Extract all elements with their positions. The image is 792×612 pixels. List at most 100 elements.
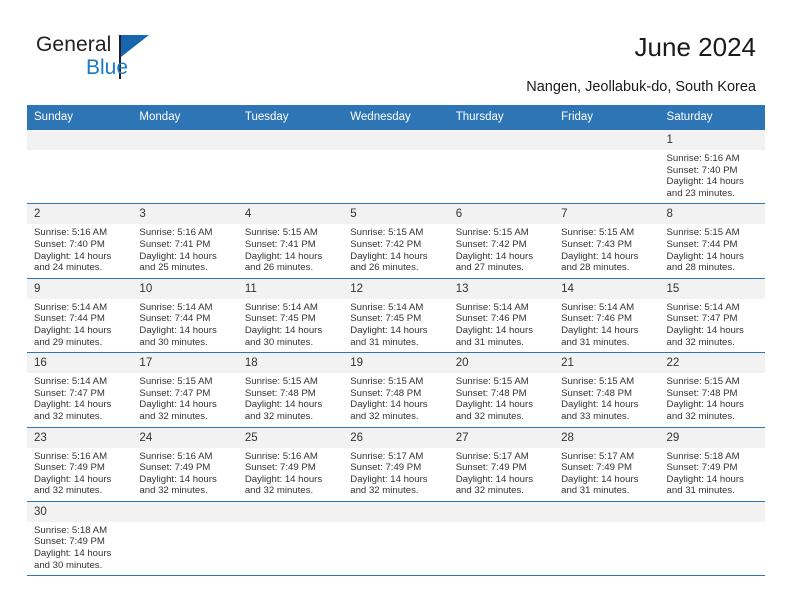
day-number: 23	[27, 427, 133, 448]
day-daylight-text: and 32 minutes.	[350, 410, 419, 422]
day-sunset-text: Sunset: 7:42 PM	[350, 238, 422, 250]
calendar-day-cell[interactable]: 3 Sunrise: 5:16 AM Sunset: 7:41 PM Daylight…	[132, 203, 238, 279]
day-number: 19	[343, 353, 449, 374]
day-number	[343, 130, 449, 150]
day-daylight-text: Daylight: 14 hours	[244, 399, 323, 411]
calendar-day-cell[interactable]: 25 Sunrise: 5:16 AM Sunset: 7:49 PM Dayligh…	[237, 426, 344, 502]
day-sunset-text: Sunset: 7:49 PM	[350, 462, 422, 474]
calendar-week-row: 23 Sunrise: 5:16 AM Sunset: 7:49 PM Dayligh…	[27, 426, 765, 502]
day-sun-info: Sunrise: 5:15 AM Sunset: 7:47 PM Daylight:…	[132, 373, 237, 426]
day-number: 7	[554, 204, 660, 225]
day-number	[659, 501, 765, 522]
day-number	[448, 501, 555, 522]
day-sunrise-text: Sunrise: 5:15 AM	[561, 376, 635, 388]
day-daylight-text: and 32 minutes.	[455, 410, 524, 422]
day-daylight-text: and 24 minutes.	[34, 262, 103, 274]
general-blue-logo[interactable]: General Blue	[36, 33, 236, 89]
calendar-day-cell[interactable]: 6 Sunrise: 5:15 AM Sunset: 7:42 PM Daylight…	[448, 203, 555, 279]
day-sunset-text: Sunset: 7:44 PM	[666, 238, 738, 250]
day-sunset-text: Sunset: 7:49 PM	[666, 462, 738, 474]
day-daylight-text: and 32 minutes.	[666, 336, 735, 348]
day-sunrise-text: Sunrise: 5:16 AM	[666, 153, 740, 164]
day-daylight-text: Daylight: 14 hours	[34, 324, 112, 336]
day-number: 26	[343, 427, 449, 448]
day-number: 10	[132, 278, 238, 299]
calendar-day-cell[interactable]: 20 Sunrise: 5:15 AM Sunset: 7:48 PM Dayligh…	[448, 352, 555, 427]
day-sunset-text: Sunset: 7:49 PM	[455, 462, 527, 474]
calendar-day-cell[interactable]: 13 Sunrise: 5:14 AM Sunset: 7:46 PM Dayligh…	[448, 277, 555, 353]
day-sunset-text: Sunset: 7:42 PM	[455, 238, 527, 250]
calendar-grid: Sunday Monday Tuesday Wednesday Thursday…	[27, 105, 765, 577]
day-number	[132, 501, 238, 522]
calendar-cell-empty	[343, 500, 449, 577]
day-number: 20	[448, 353, 555, 374]
calendar-day-cell[interactable]: 26 Sunrise: 5:17 AM Sunset: 7:49 PM Dayligh…	[343, 426, 449, 502]
day-daylight-text: and 31 minutes.	[455, 336, 524, 348]
day-sun-info: Sunrise: 5:15 AM Sunset: 7:43 PM Daylight:…	[554, 224, 659, 277]
day-sun-info: Sunrise: 5:14 AM Sunset: 7:45 PM Daylight:…	[343, 299, 448, 352]
calendar-day-cell[interactable]: 10 Sunrise: 5:14 AM Sunset: 7:44 PM Dayligh…	[132, 277, 238, 353]
calendar-day-cell[interactable]: 23 Sunrise: 5:16 AM Sunset: 7:49 PM Dayligh…	[27, 426, 133, 502]
day-sunset-text: Sunset: 7:40 PM	[666, 164, 738, 176]
calendar-day-cell[interactable]: 14 Sunrise: 5:14 AM Sunset: 7:46 PM Dayligh…	[554, 277, 660, 353]
calendar-day-cell[interactable]: 2 Sunrise: 5:16 AM Sunset: 7:40 PM Daylight…	[27, 203, 133, 279]
calendar-day-cell[interactable]: 17 Sunrise: 5:15 AM Sunset: 7:47 PM Dayligh…	[132, 352, 238, 427]
calendar-day-cell[interactable]: 18 Sunrise: 5:15 AM Sunset: 7:48 PM Dayligh…	[237, 352, 344, 427]
calendar-day-cell[interactable]: 16 Sunrise: 5:14 AM Sunset: 7:47 PM Dayligh…	[27, 352, 133, 427]
day-number: 16	[27, 353, 133, 374]
calendar-day-cell[interactable]: 5 Sunrise: 5:15 AM Sunset: 7:42 PM Daylight…	[343, 203, 449, 279]
day-sunrise-text: Sunrise: 5:14 AM	[455, 301, 529, 313]
day-sunset-text: Sunset: 7:45 PM	[244, 313, 316, 325]
calendar-day-cell[interactable]: 19 Sunrise: 5:15 AM Sunset: 7:48 PM Dayligh…	[343, 352, 449, 427]
weekday-header-friday: Friday	[554, 105, 660, 130]
day-number: 4	[237, 204, 344, 225]
day-sunrise-text: Sunrise: 5:15 AM	[350, 227, 424, 239]
day-sunset-text: Sunset: 7:49 PM	[244, 462, 316, 474]
calendar-day-cell[interactable]: 9 Sunrise: 5:14 AM Sunset: 7:44 PM Daylight…	[27, 277, 133, 353]
day-sunset-text: Sunset: 7:49 PM	[34, 462, 105, 474]
day-daylight-text: and 31 minutes.	[666, 485, 735, 497]
day-number: 11	[237, 278, 344, 299]
day-daylight-text: Daylight: 14 hours	[139, 250, 217, 262]
day-daylight-text: Daylight: 14 hours	[350, 473, 428, 485]
day-daylight-text: Daylight: 14 hours	[561, 473, 639, 485]
day-sun-info: Sunrise: 5:15 AM Sunset: 7:42 PM Daylight:…	[343, 224, 448, 277]
calendar-day-cell[interactable]: 29 Sunrise: 5:18 AM Sunset: 7:49 PM Dayligh…	[659, 426, 765, 502]
day-number: 3	[132, 204, 238, 225]
day-daylight-text: Daylight: 14 hours	[455, 324, 534, 336]
day-sunset-text: Sunset: 7:47 PM	[34, 387, 105, 399]
calendar-day-cell[interactable]: 24 Sunrise: 5:16 AM Sunset: 7:49 PM Dayligh…	[132, 426, 238, 502]
day-daylight-text: and 27 minutes.	[455, 262, 524, 274]
day-sunset-text: Sunset: 7:40 PM	[34, 238, 105, 250]
calendar-day-cell[interactable]: 30 Sunrise: 5:18 AM Sunset: 7:49 PM Dayligh…	[27, 500, 133, 577]
day-sun-info: Sunrise: 5:15 AM Sunset: 7:44 PM Daylight:…	[660, 224, 765, 277]
calendar-day-cell[interactable]: 15 Sunrise: 5:14 AM Sunset: 7:47 PM Dayligh…	[659, 277, 765, 353]
day-sunrise-text: Sunrise: 5:18 AM	[34, 524, 108, 536]
day-sun-info: Sunrise: 5:14 AM Sunset: 7:46 PM Daylight:…	[449, 299, 554, 352]
calendar-cell-empty	[659, 500, 765, 577]
calendar-day-cell[interactable]: 1 Sunrise: 5:16 AM Sunset: 7:40 PM Daylight…	[659, 128, 765, 204]
day-daylight-text: Daylight: 14 hours	[666, 176, 744, 188]
day-sun-info: Sunrise: 5:16 AM Sunset: 7:41 PM Daylight:…	[132, 224, 237, 277]
weekday-header-thursday: Thursday	[448, 105, 555, 130]
calendar-day-cell[interactable]: 27 Sunrise: 5:17 AM Sunset: 7:49 PM Dayligh…	[448, 426, 555, 502]
day-number: 5	[343, 204, 449, 225]
day-daylight-text: Daylight: 14 hours	[139, 399, 217, 411]
calendar-day-cell[interactable]: 8 Sunrise: 5:15 AM Sunset: 7:44 PM Daylight…	[659, 203, 765, 279]
calendar-day-cell[interactable]: 28 Sunrise: 5:17 AM Sunset: 7:49 PM Dayligh…	[554, 426, 660, 502]
day-daylight-text: Daylight: 14 hours	[561, 324, 639, 336]
day-number	[448, 130, 555, 150]
day-daylight-text: Daylight: 14 hours	[455, 399, 534, 411]
calendar-day-cell[interactable]: 7 Sunrise: 5:15 AM Sunset: 7:43 PM Daylight…	[554, 203, 660, 279]
calendar-day-cell[interactable]: 4 Sunrise: 5:15 AM Sunset: 7:41 PM Daylight…	[237, 203, 344, 279]
calendar-day-cell[interactable]: 22 Sunrise: 5:15 AM Sunset: 7:48 PM Dayligh…	[659, 352, 765, 427]
day-number: 13	[448, 278, 555, 299]
day-sunset-text: Sunset: 7:43 PM	[561, 238, 633, 250]
calendar-day-cell[interactable]: 12 Sunrise: 5:14 AM Sunset: 7:45 PM Dayligh…	[343, 277, 449, 353]
day-number: 22	[659, 353, 765, 374]
day-sunset-text: Sunset: 7:41 PM	[139, 238, 211, 250]
calendar-day-cell[interactable]: 21 Sunrise: 5:15 AM Sunset: 7:48 PM Dayligh…	[554, 352, 660, 427]
day-sunset-text: Sunset: 7:49 PM	[34, 536, 105, 548]
day-number: 2	[27, 204, 133, 225]
calendar-day-cell[interactable]: 11 Sunrise: 5:14 AM Sunset: 7:45 PM Dayligh…	[237, 277, 344, 353]
